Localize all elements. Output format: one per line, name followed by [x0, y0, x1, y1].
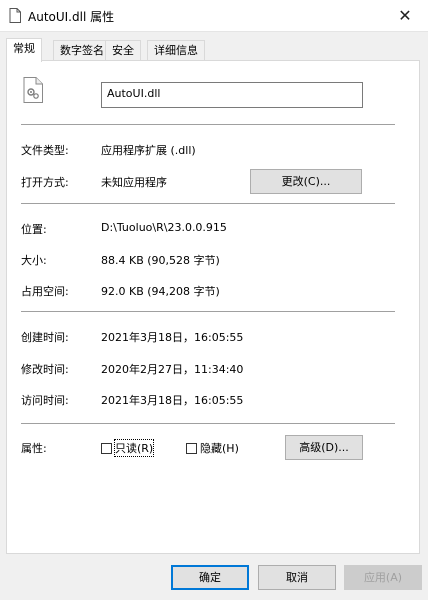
hidden-label[interactable]: 隐藏(H)	[200, 440, 239, 456]
open-with-label: 打开方式:	[21, 176, 69, 189]
separator	[21, 203, 395, 204]
open-with-value: 未知应用程序	[101, 176, 167, 189]
advanced-button[interactable]: 高级(D)...	[285, 435, 363, 460]
separator	[21, 311, 395, 312]
created-label: 创建时间:	[21, 331, 69, 344]
hidden-checkbox[interactable]	[186, 443, 197, 454]
readonly-checkbox[interactable]	[101, 443, 112, 454]
created-value: 2021年3月18日，16:05:55	[101, 331, 244, 344]
close-button[interactable]: ✕	[382, 0, 428, 31]
file-type-value: 应用程序扩展 (.dll)	[101, 144, 196, 157]
modified-value: 2020年2月27日，11:34:40	[101, 363, 244, 376]
close-icon: ✕	[398, 6, 412, 25]
cancel-button[interactable]: 取消	[258, 565, 336, 590]
size-value: 88.4 KB (90,528 字节)	[101, 254, 220, 267]
readonly-label[interactable]: 只读(R)	[113, 439, 155, 457]
size-on-disk-label: 占用空间:	[21, 285, 69, 298]
location-label: 位置:	[21, 223, 47, 236]
file-name-field[interactable]: AutoUI.dll	[101, 82, 363, 108]
separator	[21, 423, 395, 424]
tab-security[interactable]: 安全	[105, 40, 141, 60]
size-label: 大小:	[21, 254, 47, 267]
general-panel: AutoUI.dll 文件类型: 应用程序扩展 (.dll) 打开方式: 未知应…	[6, 60, 420, 554]
change-button[interactable]: 更改(C)...	[250, 169, 362, 194]
document-icon	[9, 8, 21, 23]
accessed-value: 2021年3月18日，16:05:55	[101, 394, 244, 407]
size-on-disk-value: 92.0 KB (94,208 字节)	[101, 285, 220, 298]
modified-label: 修改时间:	[21, 363, 69, 376]
dll-gear-file-icon	[23, 77, 43, 103]
apply-button: 应用(A)	[344, 565, 422, 590]
accessed-label: 访问时间:	[21, 394, 69, 407]
file-type-label: 文件类型:	[21, 144, 69, 157]
title-bar: AutoUI.dll 属性 ✕	[0, 0, 428, 32]
separator	[21, 124, 395, 125]
location-value: D:\Tuoluo\R\23.0.0.915	[101, 221, 227, 234]
attributes-label: 属性:	[21, 442, 47, 455]
tab-details[interactable]: 详细信息	[147, 40, 205, 60]
tab-general[interactable]: 常规	[6, 38, 42, 62]
tab-digital-signatures[interactable]: 数字签名	[53, 40, 111, 60]
ok-button[interactable]: 确定	[171, 565, 249, 590]
window-title: AutoUI.dll 属性	[28, 10, 115, 24]
